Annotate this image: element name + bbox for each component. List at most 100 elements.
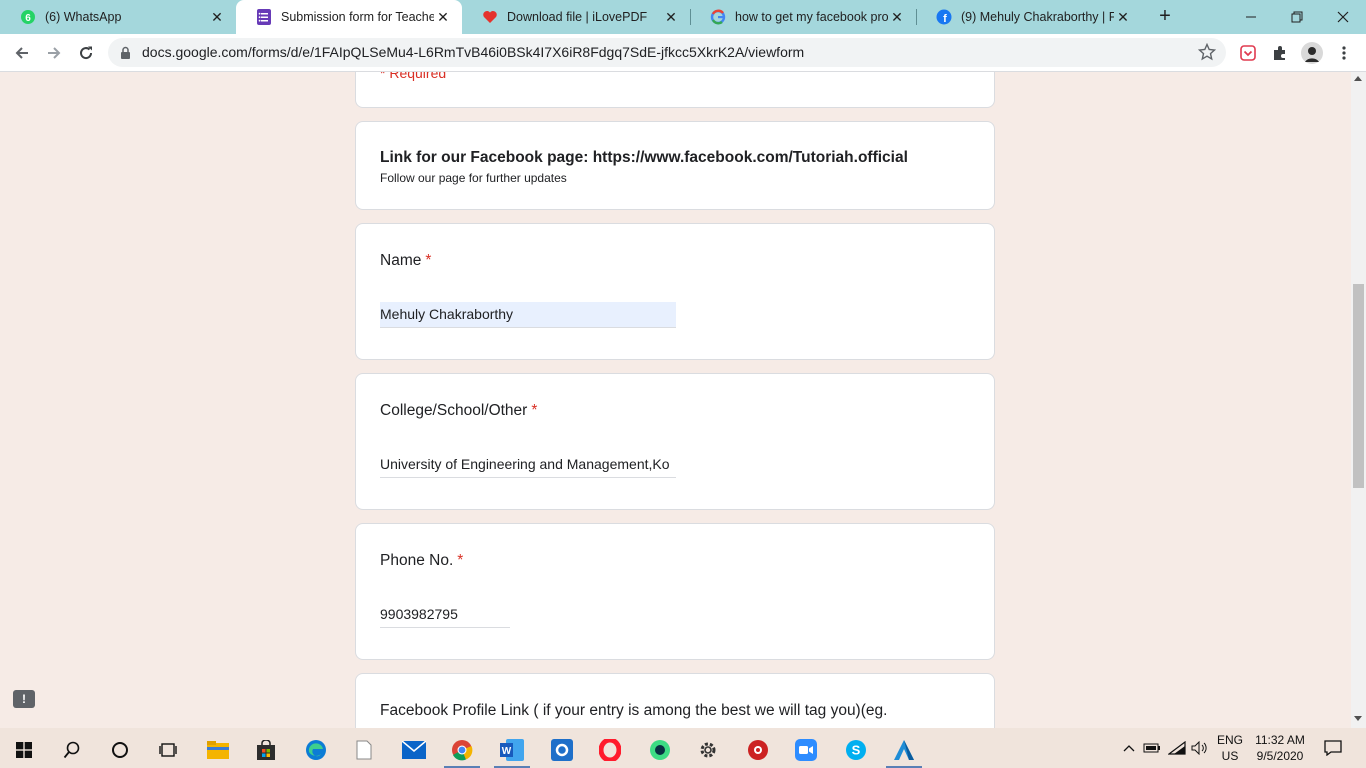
close-tab-icon[interactable]: ✕ <box>662 9 680 26</box>
section-title: Link for our Facebook page: https://www.… <box>380 149 908 166</box>
required-note: * Required <box>380 72 447 81</box>
section-description: Follow our page for further updates <box>380 171 567 185</box>
address-bar[interactable]: docs.google.com/forms/d/e/1FAIpQLSeMu4-L… <box>108 38 1226 67</box>
minimize-icon[interactable] <box>1228 0 1274 34</box>
tab-title: how to get my facebook profile <box>735 10 888 24</box>
tab-submission-form[interactable]: Submission form for Teacher's ✕ <box>236 0 462 34</box>
whatsapp-icon: 6 <box>20 9 36 25</box>
browser-toolbar: docs.google.com/forms/d/e/1FAIpQLSeMu4-L… <box>0 34 1366 72</box>
reload-icon[interactable] <box>72 39 100 67</box>
question-label: Facebook Profile Link ( if your entry is… <box>380 702 887 720</box>
tab-title: Download file | iLovePDF <box>507 10 648 24</box>
gear-icon[interactable] <box>686 732 730 768</box>
question-label: Name * <box>380 252 431 270</box>
question-card-phone: Phone No. * 9903982795 <box>355 523 995 660</box>
question-label-text: Phone No. <box>380 552 454 569</box>
restore-icon[interactable] <box>1274 0 1320 34</box>
cortana-icon[interactable] <box>98 732 142 768</box>
tab-title: (9) Mehuly Chakraborthy | Face <box>961 10 1114 24</box>
profile-avatar[interactable] <box>1300 41 1324 65</box>
tab-whatsapp[interactable]: 6 (6) WhatsApp ✕ <box>0 0 236 34</box>
close-tab-icon[interactable]: ✕ <box>1114 9 1132 26</box>
scroll-down-arrow-icon[interactable] <box>1354 716 1362 721</box>
svg-text:f: f <box>943 13 947 25</box>
mail-icon[interactable] <box>392 732 436 768</box>
svg-text:W: W <box>502 746 512 757</box>
language-code: ENG <box>1216 733 1243 747</box>
scroll-up-arrow-icon[interactable] <box>1354 76 1362 81</box>
lock-icon <box>120 46 131 64</box>
language-indicator[interactable]: ENG US <box>1212 732 1248 764</box>
browser-tab-strip: 6 (6) WhatsApp ✕ Submission form for Tea… <box>0 0 1366 34</box>
android-studio-icon[interactable] <box>638 732 682 768</box>
notepad-icon[interactable] <box>342 732 386 768</box>
question-card-name: Name * Mehuly Chakraborthy <box>355 223 995 360</box>
store-icon[interactable] <box>244 732 288 768</box>
show-hidden-icons-icon[interactable] <box>1120 728 1138 768</box>
url-text: docs.google.com/forms/d/e/1FAIpQLSeMu4-L… <box>142 44 805 60</box>
file-explorer-icon[interactable] <box>196 732 240 768</box>
facebook-icon: f <box>936 9 952 25</box>
word-icon[interactable]: W <box>490 732 534 768</box>
action-center-icon[interactable] <box>1320 728 1346 768</box>
extensions-puzzle-icon[interactable] <box>1270 43 1290 63</box>
form-page: * Required Link for our Facebook page: h… <box>0 72 1366 728</box>
tab-title: Submission form for Teacher's <box>281 10 434 24</box>
section-card: Link for our Facebook page: https://www.… <box>355 121 995 210</box>
tab-badge: 6 <box>25 13 31 24</box>
tab-facebook[interactable]: f (9) Mehuly Chakraborthy | Face ✕ <box>916 0 1142 34</box>
system-clock[interactable]: 11:32 AM 9/5/2020 <box>1248 732 1312 764</box>
close-tab-icon[interactable]: ✕ <box>434 9 452 26</box>
phone-input[interactable]: 9903982795 <box>380 602 510 628</box>
chrome-menu-icon[interactable] <box>1334 43 1354 63</box>
page-scrollbar[interactable] <box>1351 72 1366 728</box>
volume-icon[interactable] <box>1190 728 1210 768</box>
close-window-icon[interactable] <box>1320 0 1366 34</box>
question-card-facebook-link: Facebook Profile Link ( if your entry is… <box>355 673 995 728</box>
tab-title: (6) WhatsApp <box>45 10 122 24</box>
report-feedback-icon[interactable]: ! <box>13 690 35 708</box>
google-icon <box>710 9 726 25</box>
windows-taskbar: W S ENG US 11:32 AM 9/5/2020 <box>0 728 1366 768</box>
clock-time: 11:32 AM <box>1255 733 1305 747</box>
region-code: US <box>1221 749 1239 763</box>
wifi-icon[interactable] <box>1166 728 1188 768</box>
svg-text:S: S <box>852 743 861 758</box>
required-asterisk: * <box>425 252 432 269</box>
battery-icon[interactable] <box>1142 728 1162 768</box>
clock-date: 9/5/2020 <box>1256 749 1304 763</box>
name-input[interactable]: Mehuly Chakraborthy <box>380 302 676 328</box>
task-view-icon[interactable] <box>146 732 190 768</box>
pocket-extension-icon[interactable] <box>1238 43 1258 63</box>
college-input[interactable]: University of Engineering and Management… <box>380 452 676 478</box>
bookmark-star-icon[interactable] <box>1197 42 1217 66</box>
google-forms-icon <box>256 9 272 25</box>
new-tab-button[interactable]: + <box>1154 6 1176 28</box>
skype-icon[interactable]: S <box>834 732 878 768</box>
question-label-text: Name <box>380 252 422 269</box>
autodesk-icon[interactable] <box>882 732 926 768</box>
ilovepdf-icon <box>482 9 498 25</box>
windows-start-icon[interactable] <box>2 732 46 768</box>
zoom-icon[interactable] <box>784 732 828 768</box>
opera-icon[interactable] <box>588 732 632 768</box>
required-asterisk: * <box>457 552 464 569</box>
question-card-college: College/School/Other * University of Engi… <box>355 373 995 510</box>
tab-google-search[interactable]: how to get my facebook profile ✕ <box>690 0 916 34</box>
scrollbar-thumb[interactable] <box>1353 284 1364 488</box>
question-label-text: Facebook Profile Link ( if your entry is… <box>380 702 888 719</box>
question-label: College/School/Other * <box>380 402 537 420</box>
forward-arrow-icon[interactable] <box>40 39 68 67</box>
required-asterisk: * <box>531 402 538 419</box>
edge-icon[interactable] <box>294 732 338 768</box>
back-arrow-icon[interactable] <box>8 39 36 67</box>
question-label: Phone No. * <box>380 552 463 570</box>
question-label-text: College/School/Other <box>380 402 528 419</box>
chrome-icon[interactable] <box>440 732 484 768</box>
settings-app-icon[interactable] <box>540 732 584 768</box>
search-icon[interactable] <box>50 732 94 768</box>
tab-ilovepdf[interactable]: Download file | iLovePDF ✕ <box>462 0 690 34</box>
close-tab-icon[interactable]: ✕ <box>888 9 906 26</box>
photo-app-icon[interactable] <box>736 732 780 768</box>
close-tab-icon[interactable]: ✕ <box>208 9 226 26</box>
